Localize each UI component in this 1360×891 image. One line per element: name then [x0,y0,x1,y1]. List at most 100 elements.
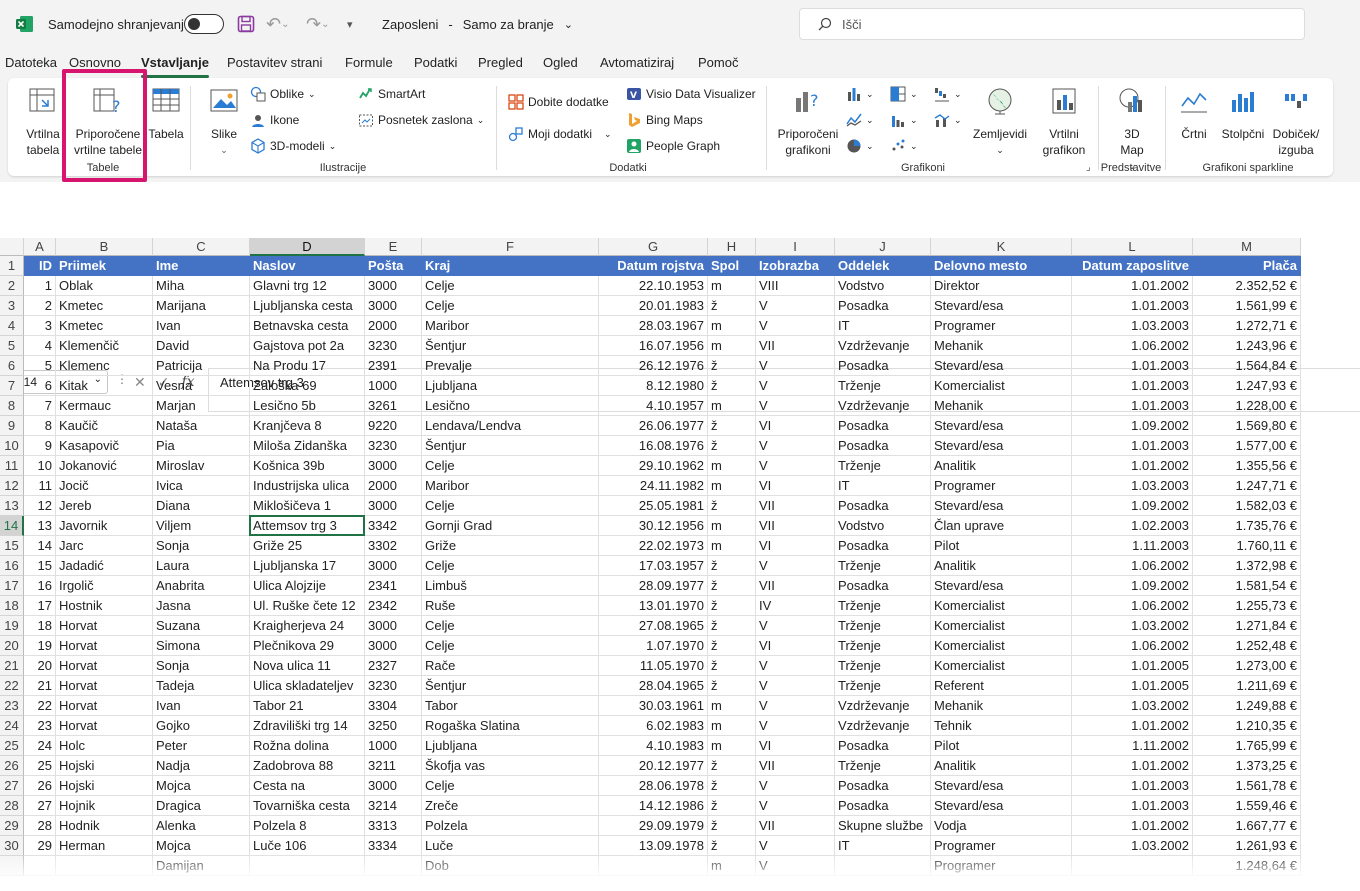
cell[interactable]: Horvat [56,696,153,716]
cell[interactable]: Hojnik [56,796,153,816]
cell[interactable]: Celje [422,556,599,576]
cell[interactable]: 1.02.2003 [1072,516,1193,536]
cell[interactable]: ž [708,296,756,316]
cell[interactable]: Posadka [835,416,931,436]
cell[interactable]: Zaloška 69 [250,376,365,396]
cell[interactable]: 1.211,69 € [1193,676,1301,696]
cell[interactable]: ž [708,676,756,696]
cell[interactable]: Trženje [835,596,931,616]
recommended-charts-button[interactable]: ? Priporočeni grafikoni [772,86,844,158]
cell[interactable]: 2327 [365,656,422,676]
cell[interactable]: 17 [24,596,56,616]
cell[interactable]: 1.765,99 € [1193,736,1301,756]
cell[interactable]: VII [756,816,835,836]
cell[interactable]: Plečnikova 29 [250,636,365,656]
cell[interactable]: Jereb [56,496,153,516]
cell[interactable]: Član uprave [931,516,1072,536]
cell[interactable]: 1.01.2002 [1072,456,1193,476]
cell[interactable]: Ljubljana [422,376,599,396]
cell[interactable]: Stevard/esa [931,416,1072,436]
cell[interactable]: 3261 [365,396,422,416]
cell[interactable]: 13.01.1970 [599,596,708,616]
cell[interactable]: Zreče [422,796,599,816]
column-header-e[interactable]: E [365,238,422,256]
cell[interactable]: Griže [422,536,599,556]
cell[interactable]: Jasna [153,596,250,616]
cell[interactable]: 2 [24,296,56,316]
row-header[interactable]: 19 [0,616,24,636]
cell[interactable]: Komercialist [931,376,1072,396]
column-header-k[interactable]: K [931,238,1072,256]
cell[interactable]: 24.11.1982 [599,476,708,496]
cell[interactable]: Ljubljanska cesta [250,296,365,316]
cell[interactable]: 4.10.1983 [599,736,708,756]
cell[interactable]: Šentjur [422,436,599,456]
cell[interactable]: Maribor [422,476,599,496]
autosave-toggle[interactable] [184,0,224,48]
cell[interactable]: Mehanik [931,396,1072,416]
cell[interactable]: 1.355,56 € [1193,456,1301,476]
cell[interactable]: Vodstvo [835,516,931,536]
shapes-button[interactable]: Oblike ⌄ [250,86,316,102]
cell[interactable]: Tabor [422,696,599,716]
cell[interactable]: 1.03.2002 [1072,696,1193,716]
save-icon[interactable] [237,0,255,48]
cell[interactable]: 1 [24,276,56,296]
cell[interactable]: 20 [24,656,56,676]
cell[interactable]: 30.12.1956 [599,516,708,536]
cell[interactable]: 3000 [365,616,422,636]
cell[interactable]: m [708,736,756,756]
cell[interactable]: 28.06.1978 [599,776,708,796]
header-cell[interactable]: Oddelek [835,256,931,276]
header-cell[interactable]: Izobrazba [756,256,835,276]
cell[interactable]: 26.12.1976 [599,356,708,376]
cell[interactable]: 1.01.2003 [1072,296,1193,316]
cell[interactable]: Gajstova pot 2a [250,336,365,356]
cell[interactable]: VII [756,336,835,356]
cell[interactable]: 3214 [365,796,422,816]
row-header[interactable]: 18 [0,596,24,616]
column-header-b[interactable]: B [56,238,153,256]
combo-chart-button[interactable]: ⌄ [934,112,962,128]
cell[interactable]: Lesično [422,396,599,416]
cell[interactable]: Tadeja [153,676,250,696]
cell[interactable]: m [708,476,756,496]
cell[interactable]: Rožna dolina [250,736,365,756]
tab-osnovno[interactable]: Osnovno [69,55,121,70]
cell[interactable]: 11 [24,476,56,496]
row-header[interactable]: 9 [0,416,24,436]
cell[interactable]: Posadka [835,576,931,596]
cell[interactable]: m [708,336,756,356]
cell[interactable]: Celje [422,296,599,316]
tab-vstavljanje[interactable]: Vstavljanje [141,55,209,78]
cell[interactable]: Hojski [56,756,153,776]
cell[interactable]: 18 [24,616,56,636]
cell[interactable]: 1.03.2003 [1072,316,1193,336]
column-header-d[interactable]: D [250,238,365,256]
cell[interactable]: 4 [24,336,56,356]
3d-map-button[interactable]: 3D Map ⌄ [1104,86,1160,174]
cell[interactable]: 1.255,73 € [1193,596,1301,616]
cell[interactable]: Analitik [931,456,1072,476]
cell[interactable]: 3000 [365,636,422,656]
table-button[interactable]: Tabela [148,86,184,142]
cell[interactable]: Ljubljana [422,736,599,756]
cell[interactable]: Prevalje [422,356,599,376]
header-cell[interactable]: Kraj [422,256,599,276]
select-all-corner[interactable] [0,238,24,256]
cell[interactable]: ž [708,556,756,576]
cell[interactable]: IV [756,596,835,616]
header-cell[interactable]: Datum rojstva [599,256,708,276]
cell[interactable]: ž [708,416,756,436]
cell[interactable]: 7 [24,396,56,416]
cell[interactable]: V [756,356,835,376]
cell[interactable]: V [756,436,835,456]
people-graph-button[interactable]: People Graph [626,138,720,154]
screenshot-button[interactable]: Posnetek zaslona ⌄ [358,112,484,128]
cell[interactable]: Simona [153,636,250,656]
cell[interactable]: Kraigherjeva 24 [250,616,365,636]
cell[interactable]: 6 [24,376,56,396]
cell[interactable]: Ivan [153,316,250,336]
cell[interactable]: 1.735,76 € [1193,516,1301,536]
row-header[interactable]: 1 [0,256,24,276]
